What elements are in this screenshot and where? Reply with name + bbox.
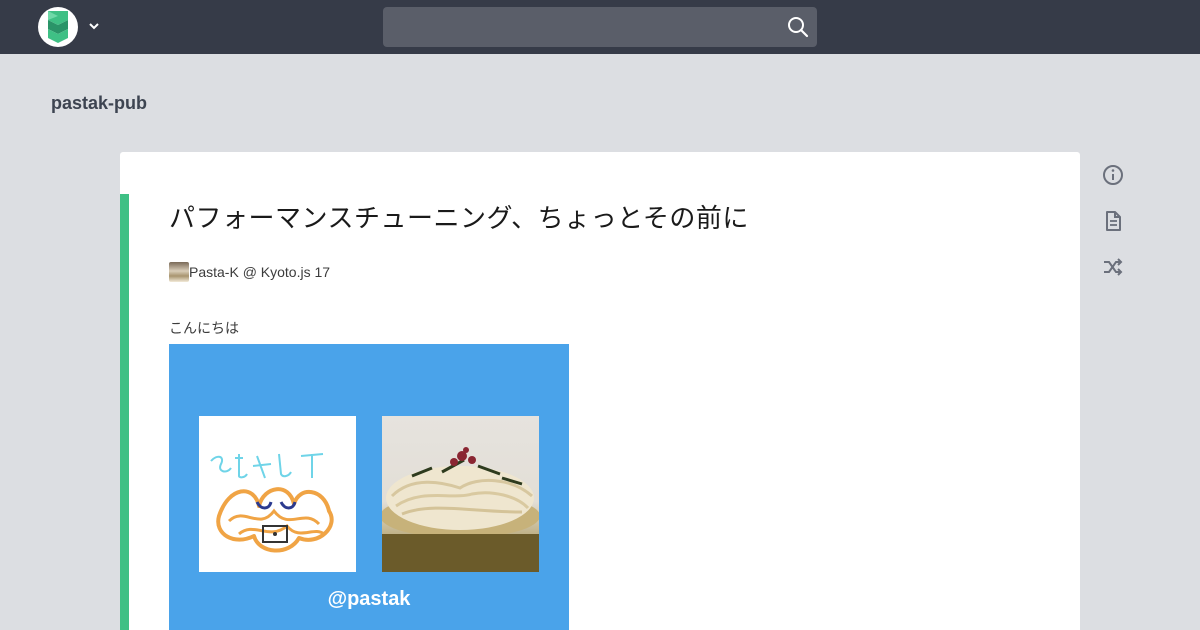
info-icon[interactable] [1102,164,1124,186]
slide-pasta-photo [382,416,539,572]
greeting-text: こんにちは [169,321,239,337]
project-title[interactable]: pastak-pub [51,93,147,114]
chevron-down-icon[interactable] [86,18,102,34]
top-navigation-bar [0,0,1200,54]
page-title[interactable]: パフォーマンスチューニング、ちょっとその前に [169,198,749,235]
author-link[interactable]: Pasta-K @ Kyoto.js 17 [189,264,330,280]
document-icon[interactable] [1102,210,1124,232]
slide-handle-text: @pastak [327,588,411,610]
search-box[interactable] [383,7,817,47]
scrapbox-logo-icon[interactable] [38,7,78,47]
noodle-character-drawing [210,453,334,553]
author-line: Pasta-K @ Kyoto.js 17 [169,262,330,282]
scrapbox-logo-graphic [48,11,68,43]
slide-image[interactable]: @pastak [169,344,569,630]
author-avatar[interactable] [169,262,189,282]
search-input[interactable] [383,7,773,47]
slide-drawing-panel [199,416,356,572]
cursor-line-accent [120,194,129,630]
search-icon[interactable] [787,16,809,38]
shuffle-icon[interactable] [1102,256,1124,278]
page-card: パフォーマンスチューニング、ちょっとその前に Pasta-K @ Kyoto.j… [120,152,1080,630]
pasta-plate-illustration [382,447,539,572]
